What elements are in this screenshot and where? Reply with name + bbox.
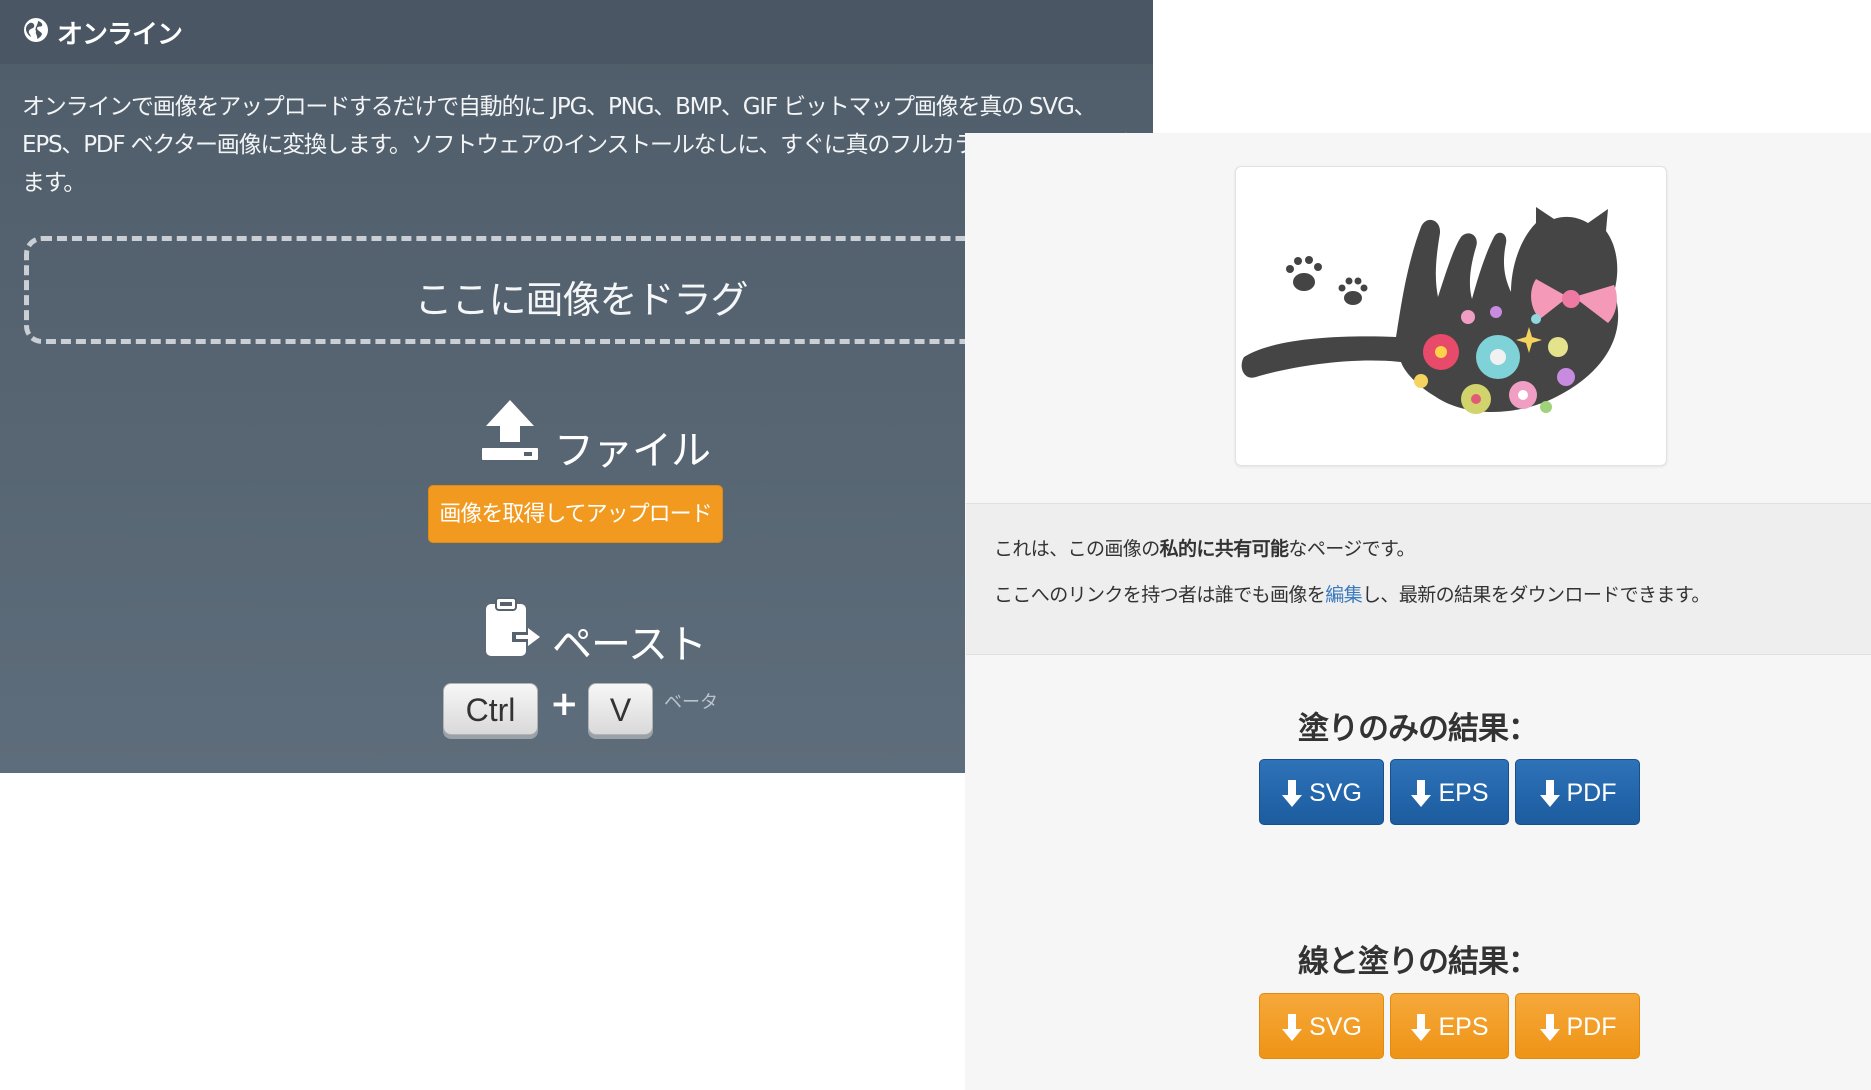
file-label: ファイル <box>554 428 711 474</box>
stroke-eps-download-button[interactable]: EPS <box>1390 993 1509 1059</box>
button-label: EPS <box>1438 1013 1489 1041</box>
paste-label: ペースト <box>552 622 707 668</box>
panel-title: オンライン <box>57 20 183 50</box>
download-arrow-icon <box>1539 780 1560 808</box>
paw-prints <box>1286 256 1368 305</box>
download-arrow-icon <box>1411 780 1432 808</box>
download-arrow-icon <box>1411 1014 1432 1042</box>
button-label: PDF <box>1566 779 1617 807</box>
upload-image-button[interactable]: 画像を取得してアップロード <box>428 485 723 543</box>
button-label: EPS <box>1438 779 1489 807</box>
edit-link[interactable]: 編集 <box>1325 584 1362 606</box>
result-panel: これは、この画像の私的に共有可能なページです。 ここへのリンクを持つ者は誰でも画… <box>965 133 1871 1090</box>
info-text: し、最新の結果をダウンロードできます。 <box>1362 584 1710 606</box>
info-text: これは、この画像の <box>994 538 1160 560</box>
info-text: ここへのリンクを持つ者は誰でも画像を <box>994 584 1326 606</box>
stroke-fill-result-title: 線と塗りの結果： <box>1298 944 1539 980</box>
fill-eps-download-button[interactable]: EPS <box>1390 759 1509 825</box>
v-key: V <box>588 683 653 735</box>
info-text: なページです。 <box>1288 538 1415 560</box>
plus-sign: + <box>550 684 579 724</box>
clipboard-icon <box>486 597 540 656</box>
ctrl-key: Ctrl <box>443 683 538 735</box>
upload-icon <box>482 400 538 460</box>
share-info-box: これは、この画像の私的に共有可能なページです。 ここへのリンクを持つ者は誰でも画… <box>966 503 1871 655</box>
share-info-line: これは、この画像の私的に共有可能なページです。 <box>994 534 1416 561</box>
fill-only-result-title: 塗りのみの結果： <box>1298 711 1539 747</box>
beta-badge: ベータ <box>664 692 718 713</box>
cat-illustration-image <box>1241 207 1619 414</box>
fill-pdf-download-button[interactable]: PDF <box>1515 759 1640 825</box>
download-arrow-icon <box>1282 780 1303 808</box>
button-label: SVG <box>1309 779 1362 807</box>
info-bold-text: 私的に共有可能 <box>1159 538 1289 560</box>
button-label: SVG <box>1309 1013 1362 1041</box>
stroke-svg-download-button[interactable]: SVG <box>1259 993 1384 1059</box>
stroke-pdf-download-button[interactable]: PDF <box>1515 993 1640 1059</box>
download-arrow-icon <box>1539 1014 1560 1042</box>
download-arrow-icon <box>1282 1014 1303 1042</box>
globe-icon <box>24 18 48 42</box>
button-label: PDF <box>1566 1013 1617 1041</box>
panel-header: オンライン <box>0 0 1153 64</box>
image-preview <box>1235 166 1667 466</box>
fill-svg-download-button[interactable]: SVG <box>1259 759 1384 825</box>
edit-info-line: ここへのリンクを持つ者は誰でも画像を編集し、最新の結果をダウンロードできます。 <box>994 580 1710 607</box>
